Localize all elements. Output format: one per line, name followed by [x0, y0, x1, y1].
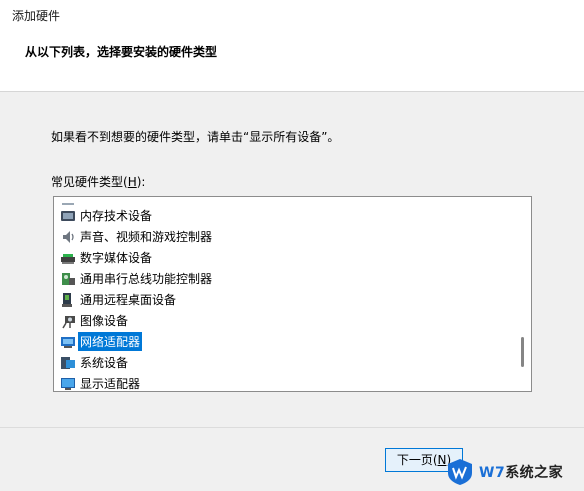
- remote-desktop-icon: [60, 292, 76, 308]
- device-icon: [60, 197, 76, 205]
- list-item-imaging[interactable]: 图像设备: [54, 310, 513, 331]
- list-item-audio-video[interactable]: 声音、视频和游戏控制器: [54, 226, 513, 247]
- list-item-usb-controller[interactable]: 通用串行总线功能控制器: [54, 268, 513, 289]
- list-item-system-devices[interactable]: 系统设备: [54, 352, 513, 373]
- listbox-items: 内存技术设备 声音、视频和游戏控制器 数字媒体设备 通用串行总线功能控制器 通用…: [54, 197, 513, 392]
- listbox-scrollbar[interactable]: [514, 197, 531, 391]
- wizard-header: 从以下列表，选择要安装的硬件类型: [0, 31, 584, 92]
- hint-text: 如果看不到想要的硬件类型，请单击“显示所有设备”。: [51, 130, 340, 144]
- label-text: 常见硬件类型(: [51, 175, 128, 189]
- usb-controller-icon: [60, 271, 76, 287]
- list-item-label: 显示适配器: [80, 377, 141, 391]
- list-item-label: 网络适配器: [78, 332, 143, 351]
- system-device-icon: [60, 355, 76, 371]
- list-item-label: 内存技术设备: [80, 209, 153, 223]
- list-item-memory-tech[interactable]: 内存技术设备: [54, 205, 513, 226]
- network-adapter-icon: [60, 334, 76, 350]
- digital-media-icon: [60, 250, 76, 266]
- w7-logo-icon: [448, 458, 472, 485]
- list-item-display-adapter[interactable]: 显示适配器: [54, 373, 513, 392]
- hardware-type-label: 常见硬件类型(H):: [51, 173, 145, 190]
- scrollbar-thumb[interactable]: [521, 337, 524, 367]
- list-item-label: 通用远程桌面设备: [80, 293, 177, 307]
- display-adapter-icon: [60, 376, 76, 392]
- list-item-label: 数字媒体设备: [80, 251, 153, 265]
- wizard-heading: 从以下列表，选择要安装的硬件类型: [25, 45, 218, 59]
- next-label: 下一页(: [396, 453, 438, 467]
- list-item-network-adapter[interactable]: 网络适配器: [54, 331, 513, 352]
- window-title: 添加硬件: [12, 9, 61, 23]
- site-watermark: W7系统之家: [445, 452, 584, 491]
- watermark-text: W7系统之家: [479, 462, 563, 482]
- camera-icon: [60, 313, 76, 329]
- list-item-label: 通用串行总线功能控制器: [80, 272, 213, 286]
- list-item-label: 系统设备: [80, 356, 129, 370]
- hardware-type-listbox[interactable]: 内存技术设备 声音、视频和游戏控制器 数字媒体设备 通用串行总线功能控制器 通用…: [53, 196, 532, 392]
- speaker-icon: [60, 229, 76, 245]
- list-item-label: 声音、视频和游戏控制器: [80, 230, 213, 244]
- label-text-end: ):: [136, 175, 146, 189]
- list-item-digital-media[interactable]: 数字媒体设备: [54, 247, 513, 268]
- memory-card-icon: [60, 208, 76, 224]
- footer-divider: [0, 427, 584, 428]
- label-mnemonic: H: [127, 175, 137, 189]
- watermark-brand: W7: [479, 464, 506, 481]
- list-item-partial[interactable]: [54, 197, 513, 205]
- list-item-remote-desktop[interactable]: 通用远程桌面设备: [54, 289, 513, 310]
- list-item-label: 图像设备: [80, 314, 129, 328]
- window-titlebar: 添加硬件: [0, 0, 584, 31]
- watermark-site-name: 系统之家: [505, 464, 564, 481]
